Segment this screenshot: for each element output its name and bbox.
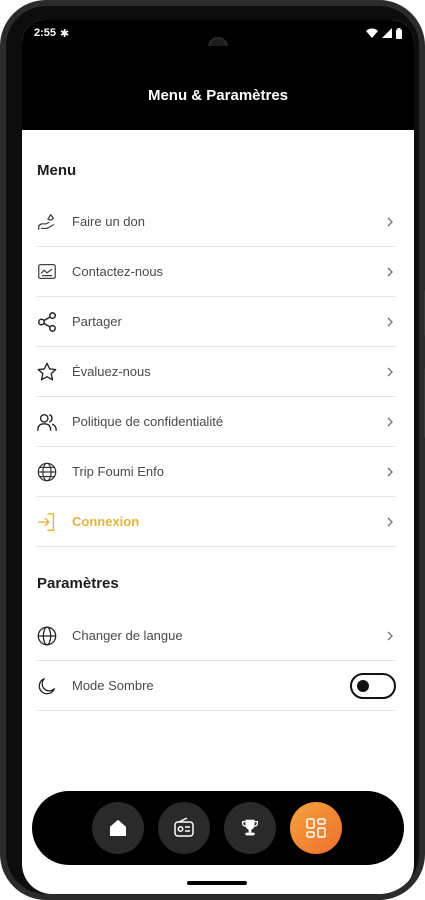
chevron-right-icon xyxy=(387,267,393,276)
menu-item-label: Connexion xyxy=(72,514,140,529)
menu-item-share[interactable]: Partager xyxy=(36,297,396,347)
menu-item-label: Contactez-nous xyxy=(72,264,164,279)
chevron-right-icon xyxy=(387,217,393,226)
dark-mode-toggle[interactable] xyxy=(350,672,396,699)
chevron-right-icon xyxy=(387,317,393,326)
menu-item-label: Politique de confidentialité xyxy=(72,414,224,429)
chevron-right-icon xyxy=(387,367,393,376)
moon-icon xyxy=(36,675,58,697)
setting-item-label: Mode Sombre xyxy=(72,678,154,693)
setting-item-dark-mode: Mode Sombre xyxy=(36,661,396,711)
settings-gear-icon: ✱ xyxy=(60,27,70,40)
nav-home-button[interactable] xyxy=(92,802,144,854)
app-header: Menu & Paramètres xyxy=(22,46,414,130)
nav-menu-button[interactable] xyxy=(290,802,342,854)
grid-menu-icon xyxy=(306,818,326,838)
share-icon xyxy=(36,311,58,333)
nav-radio-button[interactable] xyxy=(158,802,210,854)
chevron-right-icon xyxy=(387,517,393,526)
users-icon xyxy=(36,411,58,433)
menu-item-privacy[interactable]: Politique de confidentialité xyxy=(36,397,396,447)
home-icon xyxy=(109,819,127,837)
device-bezel: 2:55 ✱ Menu & Paramètres Menu Faire un d… xyxy=(6,6,419,894)
setting-item-label: Changer de langue xyxy=(72,628,183,643)
menu-item-label: Partager xyxy=(72,314,122,329)
menu-item-rate[interactable]: Évaluez-nous xyxy=(36,347,396,397)
menu-item-label: Trip Foumi Enfo xyxy=(72,464,164,479)
home-indicator[interactable] xyxy=(187,881,247,885)
trophy-icon xyxy=(242,819,258,836)
signal-icon xyxy=(382,28,392,38)
screen: 2:55 ✱ Menu & Paramètres Menu Faire un d… xyxy=(22,20,414,894)
menu-item-donate[interactable]: Faire un don xyxy=(36,197,396,247)
star-icon xyxy=(36,361,58,383)
menu-section-title: Menu xyxy=(37,162,77,179)
settings-section-title: Paramètres xyxy=(37,575,119,592)
donate-hand-icon xyxy=(36,211,58,233)
language-globe-icon xyxy=(36,625,58,647)
login-icon xyxy=(36,511,58,533)
menu-item-trip-foumi[interactable]: Trip Foumi Enfo xyxy=(36,447,396,497)
bottom-nav xyxy=(32,791,404,865)
wifi-icon xyxy=(366,28,378,38)
chevron-right-icon xyxy=(387,467,393,476)
status-icons xyxy=(366,27,402,39)
chevron-right-icon xyxy=(387,631,393,640)
nav-trophy-button[interactable] xyxy=(224,802,276,854)
toggle-knob xyxy=(357,679,369,692)
globe-icon xyxy=(36,461,58,483)
battery-icon xyxy=(396,27,402,39)
menu-item-contact[interactable]: Contactez-nous xyxy=(36,247,396,297)
device-frame: 2:55 ✱ Menu & Paramètres Menu Faire un d… xyxy=(0,0,425,900)
menu-item-login[interactable]: Connexion xyxy=(36,497,396,547)
contact-message-icon xyxy=(36,261,58,283)
radio-icon xyxy=(174,817,194,837)
setting-item-language[interactable]: Changer de langue xyxy=(36,611,396,661)
menu-item-label: Évaluez-nous xyxy=(72,364,151,379)
chevron-right-icon xyxy=(387,417,393,426)
menu-item-label: Faire un don xyxy=(72,214,145,229)
page-title: Menu & Paramètres xyxy=(147,86,289,104)
status-time: 2:55 xyxy=(34,27,57,39)
